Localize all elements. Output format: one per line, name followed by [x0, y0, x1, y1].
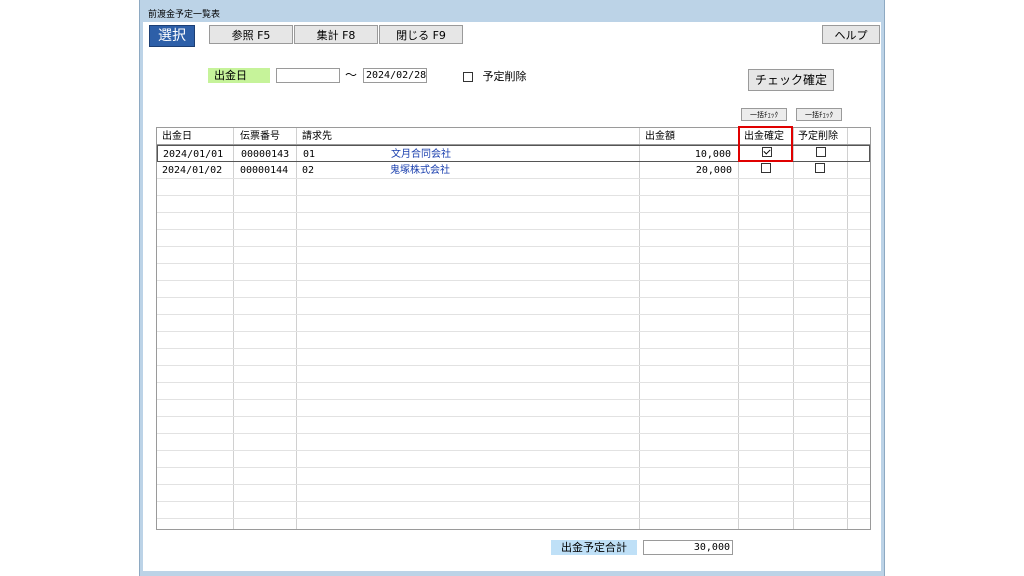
confirm-check-button[interactable]: チェック確定: [748, 69, 834, 91]
date-from-input[interactable]: [276, 68, 340, 83]
empty-row: [157, 332, 870, 349]
delete-plan-filter-label: 予定削除: [482, 70, 527, 83]
empty-row: [157, 281, 870, 298]
table-row[interactable]: 2024/01/02 00000144 02 鬼塚株式会社 20,000: [157, 162, 870, 179]
row-code: 02: [302, 165, 315, 176]
select-button[interactable]: 選択: [149, 25, 195, 47]
empty-row: [157, 383, 870, 400]
aggregate-f8-button[interactable]: 集計 F8: [294, 25, 378, 44]
empty-row: [157, 519, 870, 529]
empty-row: [157, 417, 870, 434]
total-label: 出金予定合計: [551, 540, 637, 555]
reference-f5-button[interactable]: 参照 F5: [209, 25, 293, 44]
empty-row: [157, 468, 870, 485]
date-to-input[interactable]: 2024/02/28: [363, 68, 427, 83]
empty-row: [157, 434, 870, 451]
header-plan-delete[interactable]: 予定削除: [798, 130, 838, 143]
row-code: 01: [303, 149, 316, 160]
window-client: 選択 参照 F5 集計 F8 閉じる F9 ヘルプ 出金日 ～ 2024/02/…: [143, 22, 881, 571]
empty-row: [157, 502, 870, 519]
total-value: 30,000: [643, 540, 733, 555]
row-slip: 00000144: [240, 165, 289, 176]
empty-row: [157, 366, 870, 383]
empty-row: [157, 315, 870, 332]
row-name[interactable]: 鬼塚株式会社: [390, 163, 450, 178]
empty-row: [157, 264, 870, 281]
row-date: 2024/01/01: [163, 149, 224, 160]
empty-row: [157, 196, 870, 213]
empty-row: [157, 349, 870, 366]
window-title: 前渡金予定一覧表: [148, 10, 221, 20]
empty-row: [157, 400, 870, 417]
delete-plan-filter[interactable]: 予定削除: [463, 69, 527, 84]
empty-row: [157, 213, 870, 230]
row-date: 2024/01/02: [162, 165, 223, 176]
highlight-confirm-column: [738, 126, 793, 162]
header-payment-date[interactable]: 出金日: [162, 130, 192, 143]
empty-row: [157, 179, 870, 196]
row-name[interactable]: 文月合同会社: [391, 147, 451, 162]
empty-row: [157, 451, 870, 468]
payment-date-label: 出金日: [208, 68, 270, 83]
delete-checkbox[interactable]: [816, 147, 826, 157]
row-slip: 00000143: [241, 149, 290, 160]
confirm-checkbox[interactable]: [761, 163, 771, 173]
delete-plan-checkbox[interactable]: [463, 72, 473, 82]
row-amount: 20,000: [695, 165, 732, 176]
bulk-check-delete-button[interactable]: 一括ﾁｪｯｸ: [796, 108, 842, 121]
delete-checkbox[interactable]: [815, 163, 825, 173]
empty-row: [157, 298, 870, 315]
empty-row: [157, 230, 870, 247]
header-slip-number[interactable]: 伝票番号: [240, 130, 280, 143]
range-tilde: ～: [345, 68, 358, 82]
close-f9-button[interactable]: 閉じる F9: [379, 25, 463, 44]
row-amount: 10,000: [694, 149, 731, 160]
payment-plan-grid: 出金日 伝票番号 請求先 出金額 出金確定 予定削除 2024/01/01 00…: [156, 127, 871, 530]
empty-row: [157, 485, 870, 502]
bulk-check-confirm-button[interactable]: 一括ﾁｪｯｸ: [741, 108, 787, 121]
help-button[interactable]: ヘルプ: [822, 25, 880, 44]
empty-row: [157, 247, 870, 264]
header-billing-to[interactable]: 請求先: [302, 130, 332, 143]
header-amount[interactable]: 出金額: [645, 130, 675, 143]
app-window: 前渡金予定一覧表 選択 参照 F5 集計 F8 閉じる F9 ヘルプ 出金日 ～…: [139, 0, 885, 576]
